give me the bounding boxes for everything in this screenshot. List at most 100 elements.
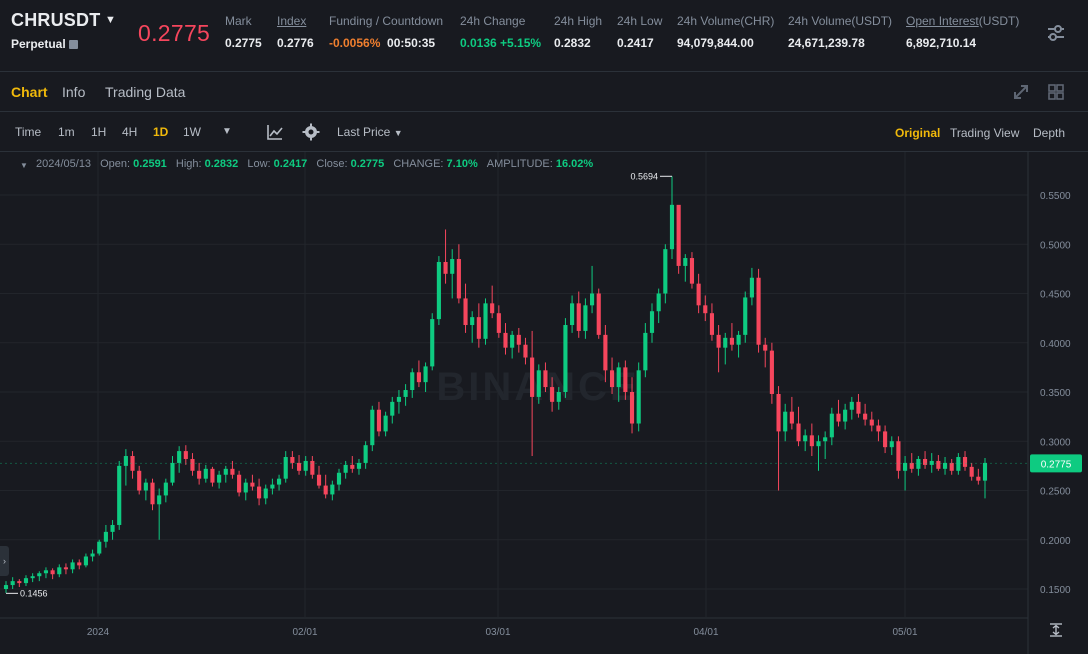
candle-body	[463, 298, 468, 326]
candle-body	[456, 259, 461, 299]
interval-1d[interactable]: 1D	[153, 125, 168, 139]
candle-body	[776, 393, 781, 432]
caret-down-icon[interactable]: ▼	[105, 14, 116, 26]
candle-body	[729, 337, 734, 345]
stat-index[interactable]: Index 0.2776	[277, 14, 314, 50]
candle-body	[103, 531, 108, 542]
stat-label: 24h Volume(USDT)	[788, 14, 893, 28]
candle-body	[77, 562, 82, 566]
current-price-label: 0.2775	[1041, 459, 1072, 470]
candle-body	[823, 437, 828, 442]
candle-body	[516, 334, 521, 345]
collapse-caret-icon[interactable]: ▼	[20, 161, 28, 170]
candle-body	[796, 423, 801, 442]
stat-value: 0.2417	[617, 36, 654, 50]
candle-body	[30, 576, 35, 579]
last-price: 0.2775	[138, 20, 211, 46]
stat-mark: Mark 0.2775	[225, 14, 262, 50]
info-icon[interactable]	[68, 40, 78, 49]
candle-body	[696, 283, 701, 306]
candle-body	[396, 396, 401, 402]
candle-body	[237, 474, 242, 493]
candle-body	[263, 488, 268, 499]
candle-body	[982, 462, 988, 481]
candle-body	[869, 419, 874, 426]
candle-body	[643, 332, 648, 371]
stat-24h-volume-usdt: 24h Volume(USDT) 24,671,239.78	[788, 14, 892, 50]
stat-label[interactable]: Index	[277, 14, 314, 28]
candle-body	[483, 303, 488, 339]
interval-4h[interactable]: 4H	[122, 125, 137, 139]
candle-body	[143, 482, 148, 491]
candle-body	[316, 474, 322, 486]
candle-body	[303, 460, 308, 471]
candle-body	[416, 372, 421, 383]
candle-body	[3, 585, 9, 589]
candle-body	[243, 482, 248, 493]
candle-body	[669, 204, 675, 250]
candle-body	[470, 317, 475, 326]
tab-chart[interactable]: Chart	[11, 84, 48, 100]
candle-body	[723, 337, 728, 348]
stat-value: 24,671,239.78	[788, 36, 865, 50]
candle-body	[150, 482, 155, 505]
candle-body	[443, 261, 448, 274]
tab-trading-data[interactable]: Trading Data	[105, 84, 185, 100]
layout-grid-icon[interactable]	[1047, 83, 1065, 101]
y-tick-label: 0.3000	[1040, 437, 1071, 448]
y-tick-label: 0.2000	[1040, 536, 1071, 547]
stat-open-interest[interactable]: Open Interest(USDT) 6,892,710.14	[906, 14, 1019, 50]
candle-body	[590, 293, 595, 306]
view-depth[interactable]: Depth	[1033, 126, 1065, 140]
ticker-header: CHRUSDT ▼ Perpetual 0.2775 Mark 0.2775 I…	[0, 0, 1088, 72]
candle-body	[230, 468, 235, 475]
auto-scale-icon[interactable]	[1048, 622, 1064, 638]
candle-body	[843, 409, 848, 422]
more-intervals-caret-icon[interactable]: ▼	[222, 126, 232, 137]
candle-body	[503, 332, 508, 348]
symbol-selector[interactable]: CHRUSDT	[11, 10, 100, 31]
x-tick-label: 2024	[87, 627, 110, 638]
stat-24h-low: 24h Low 0.2417	[617, 14, 662, 50]
y-tick-label: 0.5500	[1040, 191, 1071, 202]
view-original[interactable]: Original	[895, 126, 940, 140]
tab-info[interactable]: Info	[62, 84, 85, 100]
candle-body	[423, 366, 428, 383]
candle-body	[816, 441, 821, 447]
candle-body	[863, 413, 868, 420]
candle-body	[603, 334, 608, 371]
sliders-icon[interactable]	[1046, 24, 1066, 42]
chevron-right-icon[interactable]: ›	[0, 546, 9, 576]
ohlc-amplitude: 16.02%	[555, 158, 594, 170]
candle-body	[889, 441, 894, 448]
y-tick-label: 0.1500	[1040, 585, 1071, 596]
indicator-chart-icon[interactable]	[266, 123, 284, 141]
candle-body	[623, 367, 628, 392]
candle-body	[370, 409, 375, 446]
view-trading-view[interactable]: Trading View	[950, 126, 1019, 140]
candle-body	[536, 370, 541, 397]
stat-label: 24h Low	[617, 14, 663, 28]
candle-body	[137, 470, 142, 491]
interval-1w[interactable]: 1W	[183, 125, 201, 139]
ohlc-close-label: Close:	[316, 158, 348, 170]
ohlc-high-label: High:	[175, 158, 202, 170]
interval-1m[interactable]: 1m	[58, 125, 75, 139]
candle-body	[250, 482, 255, 487]
candle-body	[949, 462, 954, 471]
candle-body	[763, 344, 768, 351]
interval-time[interactable]: Time	[15, 125, 41, 139]
open-interest-link[interactable]: Open Interest	[906, 14, 979, 28]
expand-icon[interactable]	[1012, 83, 1030, 101]
candlestick-chart[interactable]: BINANCE0.55000.50000.45000.40000.35000.3…	[0, 152, 1088, 654]
gear-icon[interactable]	[302, 123, 320, 141]
stat-value: 94,079,844.00	[677, 36, 754, 50]
stat-value: 0.2775	[225, 36, 262, 50]
candle-body	[97, 541, 102, 554]
high-marker-label: 0.5694	[630, 171, 658, 181]
candle-body	[23, 578, 29, 584]
candle-body	[709, 313, 715, 335]
interval-1h[interactable]: 1H	[91, 125, 106, 139]
price-type-select[interactable]: Last Price ▼	[337, 125, 403, 139]
candle-body	[203, 468, 208, 479]
